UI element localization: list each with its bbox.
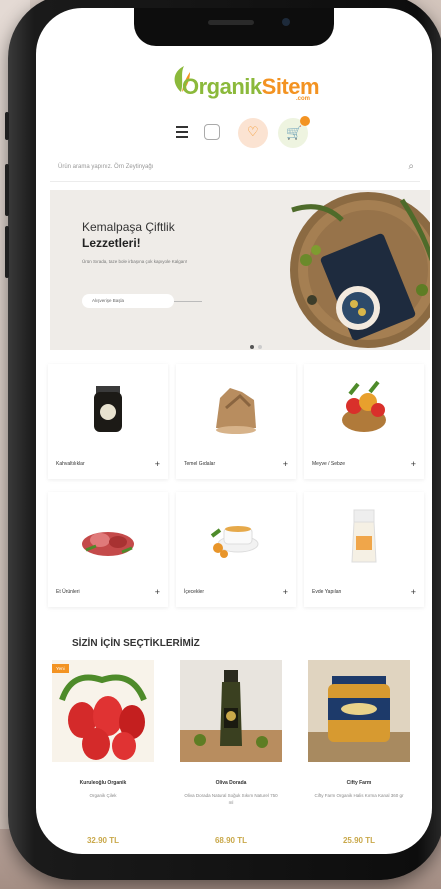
- cart-icon: 🛒: [286, 125, 303, 140]
- carousel-dot-active: [250, 345, 254, 349]
- new-badge: Yeni: [52, 664, 69, 673]
- product-card[interactable]: Yeni Kuruleoğlu Organik Organik Çilek 32…: [48, 660, 158, 845]
- brand-tld: .com: [296, 96, 311, 102]
- category-card[interactable]: Et Ürünleri +: [48, 492, 168, 607]
- product-name[interactable]: Organik Çilek: [56, 792, 150, 799]
- phone-frame: OrganikSitem .com ♡ 🛒 Ürün arama yapınız…: [5, 0, 441, 880]
- product-name[interactable]: Cifty Farm Organik Halis Kırma Kanal 360…: [312, 792, 406, 799]
- favorites-button[interactable]: ♡: [238, 118, 268, 148]
- front-camera: [282, 18, 290, 26]
- category-label: Et Ürünleri: [56, 589, 80, 595]
- basket-icon: [342, 380, 386, 432]
- product-image: [308, 660, 410, 762]
- category-card[interactable]: Kahvaltılıklar +: [48, 364, 168, 479]
- hero-cta-line: [174, 301, 202, 302]
- product-image: [180, 660, 282, 762]
- product-brand: Kuruleoğlu Organik: [79, 780, 127, 786]
- category-label: Kahvaltılıklar: [56, 461, 85, 467]
- expand-plus-icon[interactable]: +: [283, 459, 288, 469]
- category-label: Temel Gıdalar: [184, 461, 216, 467]
- site-logo[interactable]: OrganikSitem .com: [170, 62, 320, 106]
- category-label: Evde Yapılan: [312, 589, 342, 595]
- hero-carousel-dots[interactable]: [250, 336, 266, 350]
- product-brand: Cifty Farm: [346, 780, 372, 786]
- expand-plus-icon[interactable]: +: [283, 587, 288, 597]
- phone-screen: OrganikSitem .com ♡ 🛒 Ürün arama yapınız…: [36, 8, 432, 854]
- tea-icon: [210, 526, 259, 558]
- product-price: 32.90 TL: [86, 836, 119, 845]
- olive-plate-image: [290, 192, 430, 348]
- product-card[interactable]: Cifty Farm Cifty Farm Organik Halis Kırm…: [304, 660, 414, 845]
- category-card[interactable]: Evde Yapılan +: [304, 492, 424, 607]
- hero-description: Ürün Sırada, taze bole irbaşına çok kapı…: [82, 259, 188, 264]
- cart-badge: [300, 116, 310, 126]
- phone-volume-down: [5, 226, 9, 278]
- carousel-dot: [258, 345, 262, 349]
- sack-icon: [216, 388, 256, 434]
- product-brand: Oliva Dorada: [215, 780, 247, 786]
- hero-cta-button[interactable]: Alışverişe Başla: [82, 294, 174, 308]
- phone-mute-switch: [5, 112, 9, 140]
- expand-plus-icon[interactable]: +: [155, 459, 160, 469]
- category-label: İçecekler: [184, 589, 205, 595]
- phone-volume-up: [5, 164, 9, 216]
- hero-title-line1: Kemalpaşa Çiftlik: [82, 220, 175, 234]
- brand-primary: Organik: [182, 74, 262, 99]
- expand-plus-icon[interactable]: +: [411, 459, 416, 469]
- expand-plus-icon[interactable]: +: [155, 587, 160, 597]
- heart-icon: ♡: [247, 124, 259, 139]
- tube-icon: [351, 509, 377, 563]
- category-card[interactable]: Meyve / Sebze +: [304, 364, 424, 479]
- product-price: 68.90 TL: [214, 836, 247, 845]
- hero-banner[interactable]: Kemalpaşa Çiftlik Lezzetleri! Ürün Sırad…: [50, 190, 430, 350]
- section-title: SİZİN İÇİN SEÇTİKLERİMİZ: [72, 638, 200, 649]
- meat-icon: [82, 532, 134, 556]
- speaker-grille: [208, 20, 254, 25]
- hero-title-line2: Lezzetleri!: [82, 236, 141, 250]
- search-bar[interactable]: Ürün arama yapınız. Örn Zeytinyağı ⌕: [50, 158, 420, 182]
- brand-secondary: Sitem: [261, 74, 320, 99]
- search-input[interactable]: Ürün arama yapınız. Örn Zeytinyağı: [58, 164, 153, 170]
- product-name[interactable]: Oliva Dorada Natural Soğuk Sıkım Naturel…: [184, 792, 278, 806]
- category-label: Meyve / Sebze: [312, 461, 346, 467]
- category-card[interactable]: İçecekler +: [176, 492, 296, 607]
- jar-icon: [94, 386, 122, 432]
- product-image: [52, 660, 154, 762]
- product-card[interactable]: Oliva Dorada Oliva Dorada Natural Soğuk …: [176, 660, 286, 845]
- user-account-icon[interactable]: [204, 124, 220, 140]
- phone-notch: [134, 8, 334, 46]
- category-card[interactable]: Temel Gıdalar +: [176, 364, 296, 479]
- header-icons: ♡ 🛒: [176, 116, 316, 150]
- hamburger-menu-icon[interactable]: [176, 126, 188, 138]
- product-price: 25.90 TL: [342, 836, 375, 845]
- search-icon[interactable]: ⌕: [408, 161, 414, 172]
- expand-plus-icon[interactable]: +: [411, 587, 416, 597]
